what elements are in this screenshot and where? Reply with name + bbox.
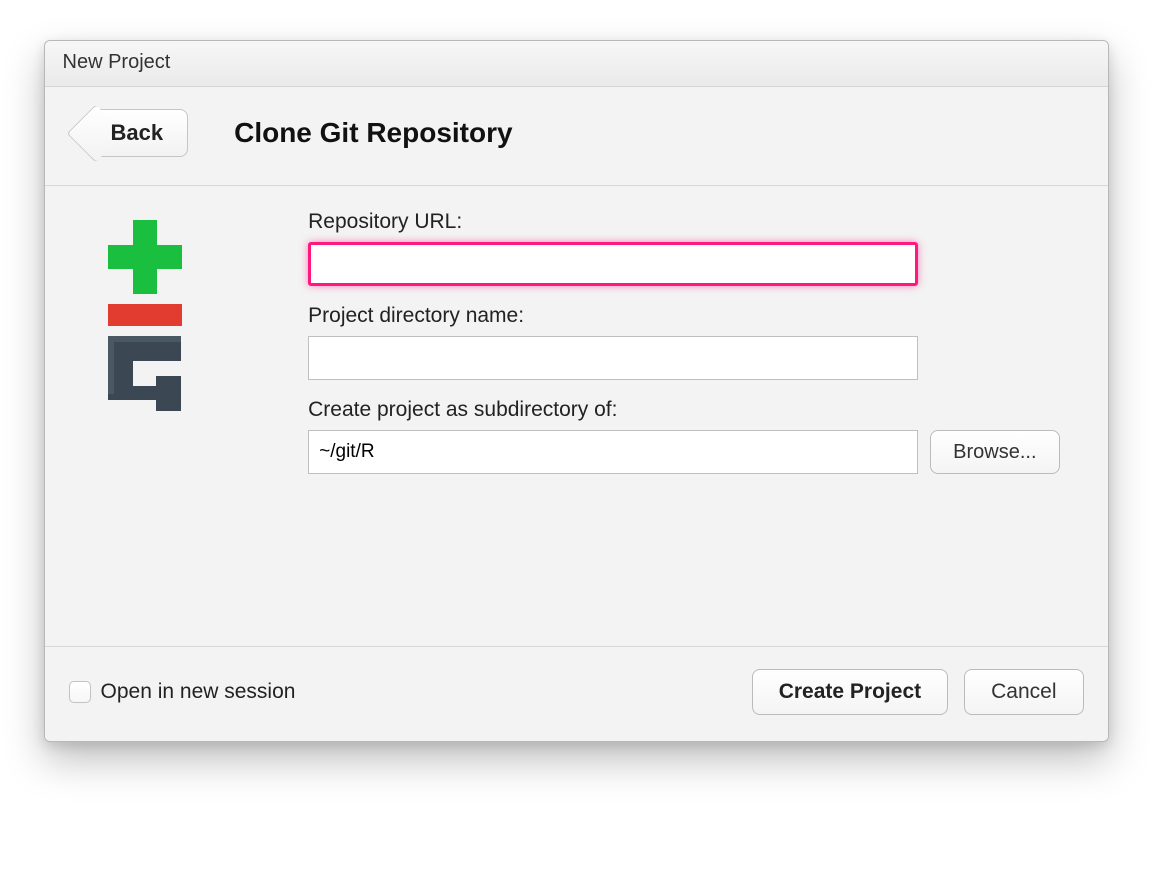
browse-button[interactable]: Browse... <box>930 430 1059 474</box>
subdir-input[interactable] <box>308 430 918 474</box>
git-icon <box>78 212 238 412</box>
subdir-label: Create project as subdirectory of: <box>308 398 1059 422</box>
dialog-content: Repository URL: Project directory name: … <box>45 186 1108 646</box>
window-title: New Project <box>63 51 171 73</box>
repo-url-label: Repository URL: <box>308 210 1059 234</box>
dialog-footer: Open in new session Create Project Cance… <box>45 646 1108 741</box>
subdir-row: Browse... <box>308 430 1059 474</box>
page-title: Clone Git Repository <box>234 117 512 149</box>
checkbox-icon <box>69 681 91 703</box>
cancel-button[interactable]: Cancel <box>964 669 1083 715</box>
project-dir-label: Project directory name: <box>308 304 1059 328</box>
footer-buttons: Create Project Cancel <box>752 669 1084 715</box>
form-column: Repository URL: Project directory name: … <box>308 210 1083 586</box>
browse-button-label: Browse... <box>953 441 1036 463</box>
repo-url-group: Repository URL: <box>308 210 1059 286</box>
subdir-group: Create project as subdirectory of: Brows… <box>308 398 1059 474</box>
open-new-session-checkbox[interactable]: Open in new session <box>69 680 296 704</box>
cancel-label: Cancel <box>991 680 1056 703</box>
create-project-label: Create Project <box>779 680 921 703</box>
dialog-header: Back Clone Git Repository <box>45 87 1108 186</box>
project-dir-group: Project directory name: <box>308 304 1059 380</box>
open-new-session-label: Open in new session <box>101 680 296 704</box>
create-project-button[interactable]: Create Project <box>752 669 948 715</box>
back-button-label: Back <box>111 120 164 146</box>
icon-column <box>69 210 249 586</box>
project-dir-input[interactable] <box>308 336 918 380</box>
new-project-dialog: New Project Back Clone Git Repository Re… <box>44 40 1109 742</box>
window-titlebar: New Project <box>45 41 1108 87</box>
repo-url-input[interactable] <box>308 242 918 286</box>
back-button[interactable]: Back <box>97 109 189 157</box>
